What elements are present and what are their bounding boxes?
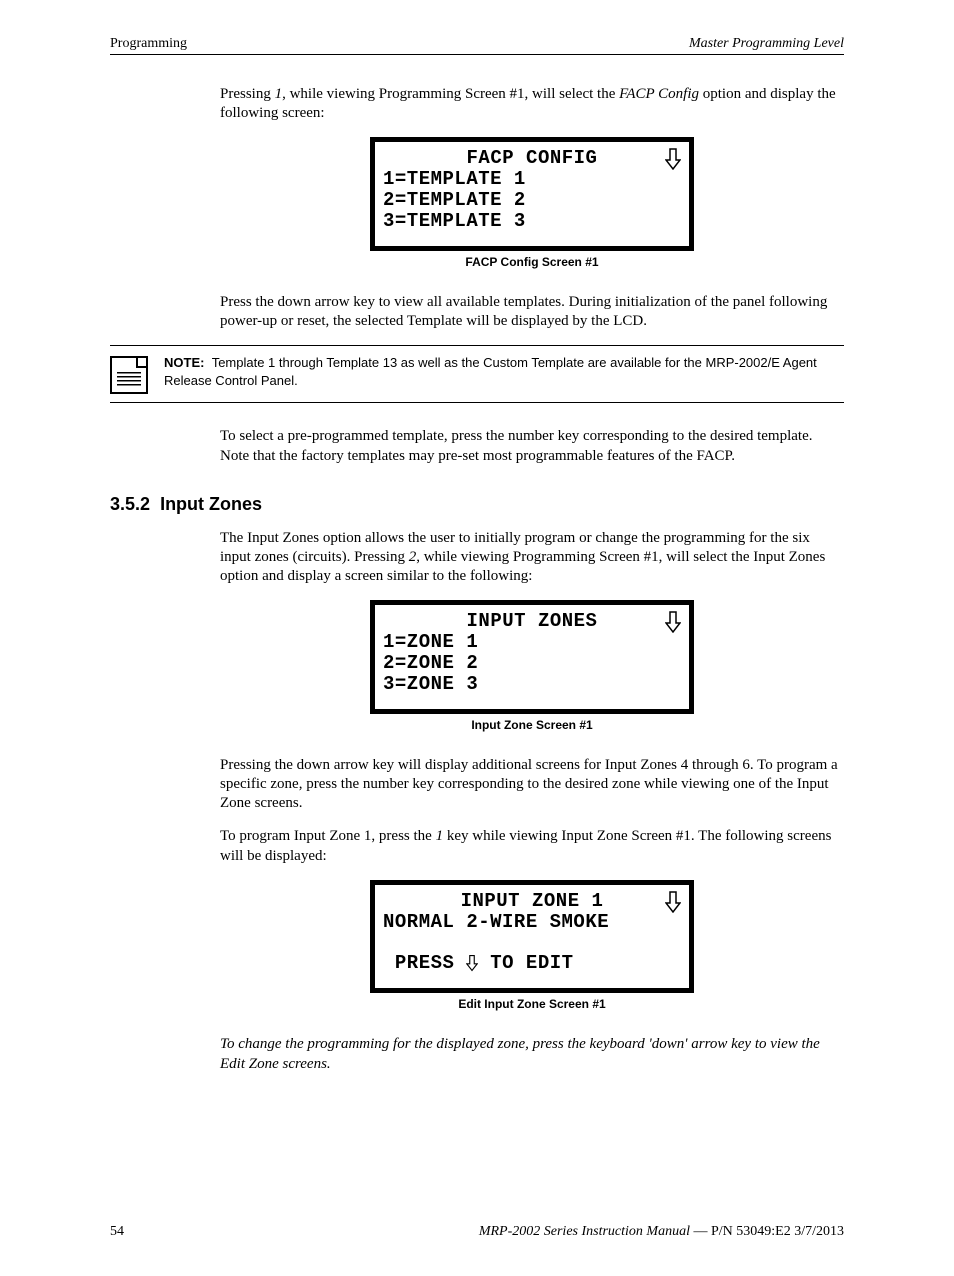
lcd-edit-input-zone: INPUT ZONE 1 NORMAL 2-WIRE SMOKE PRESS T… xyxy=(370,880,694,994)
lcd-line: 3=TEMPLATE 3 xyxy=(383,211,681,232)
lcd-caption: Input Zone Screen #1 xyxy=(220,718,844,732)
header-left: Programming xyxy=(110,36,187,52)
header-right: Master Programming Level xyxy=(689,36,844,52)
main-content: Pressing 1, while viewing Programming Sc… xyxy=(220,85,844,1074)
page-number: 54 xyxy=(110,1224,124,1240)
lcd-line: 1=TEMPLATE 1 xyxy=(383,169,681,190)
lcd-title: INPUT ZONE 1 xyxy=(383,891,681,912)
note-block: NOTE: Template 1 through Template 13 as … xyxy=(110,345,844,403)
down-arrow-icon xyxy=(665,891,681,913)
note-text: NOTE: Template 1 through Template 13 as … xyxy=(164,354,844,389)
paragraph: To select a pre-programmed template, pre… xyxy=(220,427,844,465)
lcd-input-zones: INPUT ZONES 1=ZONE 1 2=ZONE 2 3=ZONE 3 xyxy=(370,600,694,714)
lcd-line: 2=ZONE 2 xyxy=(383,653,681,674)
section-heading: 3.5.2 Input Zones xyxy=(110,494,844,515)
lcd-line: 3=ZONE 3 xyxy=(383,674,681,695)
paragraph: Press the down arrow key to view all ava… xyxy=(220,293,844,331)
page-footer: 54 MRP-2002 Series Instruction Manual — … xyxy=(110,1224,844,1240)
lcd-caption: Edit Input Zone Screen #1 xyxy=(220,997,844,1011)
zone1-intro-paragraph: To program Input Zone 1, press the 1 key… xyxy=(220,827,844,865)
zones-intro-paragraph: The Input Zones option allows the user t… xyxy=(220,529,844,587)
paragraph: Pressing the down arrow key will display… xyxy=(220,756,844,814)
lcd-line: 1=ZONE 1 xyxy=(383,632,681,653)
lcd-line: NORMAL 2-WIRE SMOKE xyxy=(383,912,681,933)
lcd-title: INPUT ZONES xyxy=(383,611,681,632)
lcd-blank-line xyxy=(383,933,681,954)
lcd-line: PRESS TO EDIT xyxy=(383,953,681,974)
page-header: Programming Master Programming Level xyxy=(110,36,844,55)
lcd-line: 2=TEMPLATE 2 xyxy=(383,190,681,211)
down-arrow-icon xyxy=(665,611,681,633)
intro-paragraph: Pressing 1, while viewing Programming Sc… xyxy=(220,85,844,123)
footer-right: MRP-2002 Series Instruction Manual — P/N… xyxy=(479,1224,844,1240)
down-arrow-icon xyxy=(665,148,681,170)
note-icon xyxy=(110,356,148,394)
closing-paragraph: To change the programming for the displa… xyxy=(220,1035,844,1073)
lcd-facp-config: FACP CONFIG 1=TEMPLATE 1 2=TEMPLATE 2 3=… xyxy=(370,137,694,251)
lcd-title: FACP CONFIG xyxy=(383,148,681,169)
down-arrow-icon xyxy=(466,954,478,972)
lcd-caption: FACP Config Screen #1 xyxy=(220,255,844,269)
